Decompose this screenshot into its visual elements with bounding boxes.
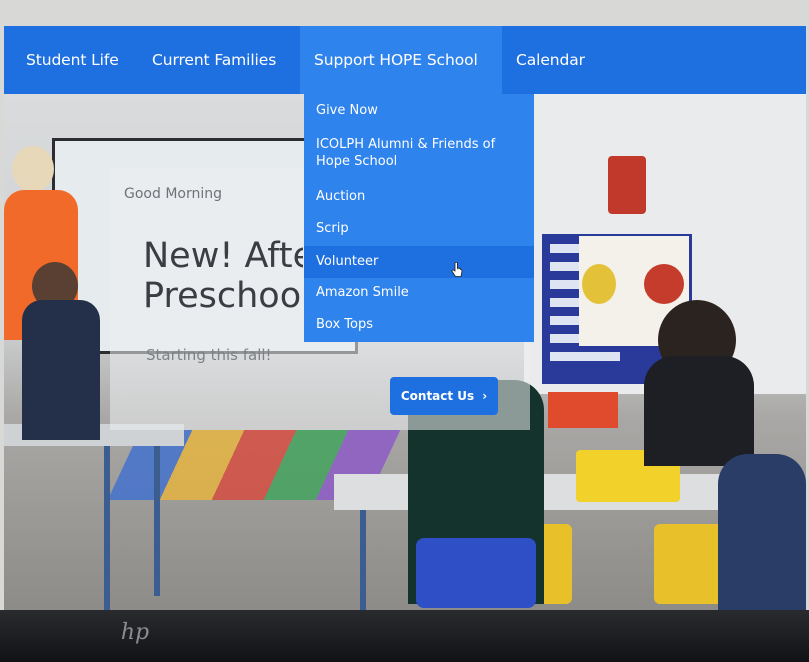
wall-poster [608,156,646,214]
person [12,146,54,192]
hero-subtitle: Starting this fall! [146,346,272,364]
chevron-right-icon: › [482,389,488,403]
hp-logo: hp [120,620,150,645]
main-nav: Student Life Current Families Support HO… [4,26,806,94]
supply-bin [548,392,618,428]
poster-fruit [582,264,616,304]
table-leg [360,510,366,614]
hero-title: New! Afte Preschoo [143,236,303,316]
person [718,454,806,614]
nav-item-student-life[interactable]: Student Life [4,26,141,94]
table-leg [104,446,110,614]
table-leg [154,446,160,596]
monitor-bezel: hp [0,610,809,662]
hero-greeting: Good Morning [124,186,222,202]
menu-item-give-now[interactable]: Give Now [304,102,534,122]
hand-cursor-icon [451,262,463,277]
hero-title-line: New! Afte [143,236,303,276]
classroom-chair [654,524,724,604]
menu-item-volunteer[interactable]: Volunteer [304,246,534,278]
menu-item-box-tops[interactable]: Box Tops [304,316,534,336]
person [644,356,754,466]
hero-title-line: Preschoo [143,276,302,316]
nav-item-calendar[interactable]: Calendar [502,26,599,94]
nav-item-support-hope-school[interactable]: Support HOPE School [300,26,502,94]
menu-item-icolph-alumni[interactable]: ICOLPH Alumni & Friends of Hope School [304,136,534,172]
monitor-screen: Good Morning New! Afte Preschoo Starting… [0,0,809,618]
menu-item-scrip[interactable]: Scrip [304,220,534,240]
classroom-table [334,474,754,510]
person [416,538,536,608]
menu-item-amazon-smile[interactable]: Amazon Smile [304,284,534,304]
person [22,300,100,440]
poster-fruit [644,264,684,304]
nav-item-current-families[interactable]: Current Families [134,26,294,94]
support-dropdown-menu: Give Now ICOLPH Alumni & Friends of Hope… [304,94,534,342]
contact-us-label: Contact Us [400,389,475,403]
contact-us-button[interactable]: Contact Us › [390,377,498,415]
menu-item-auction[interactable]: Auction [304,188,534,208]
